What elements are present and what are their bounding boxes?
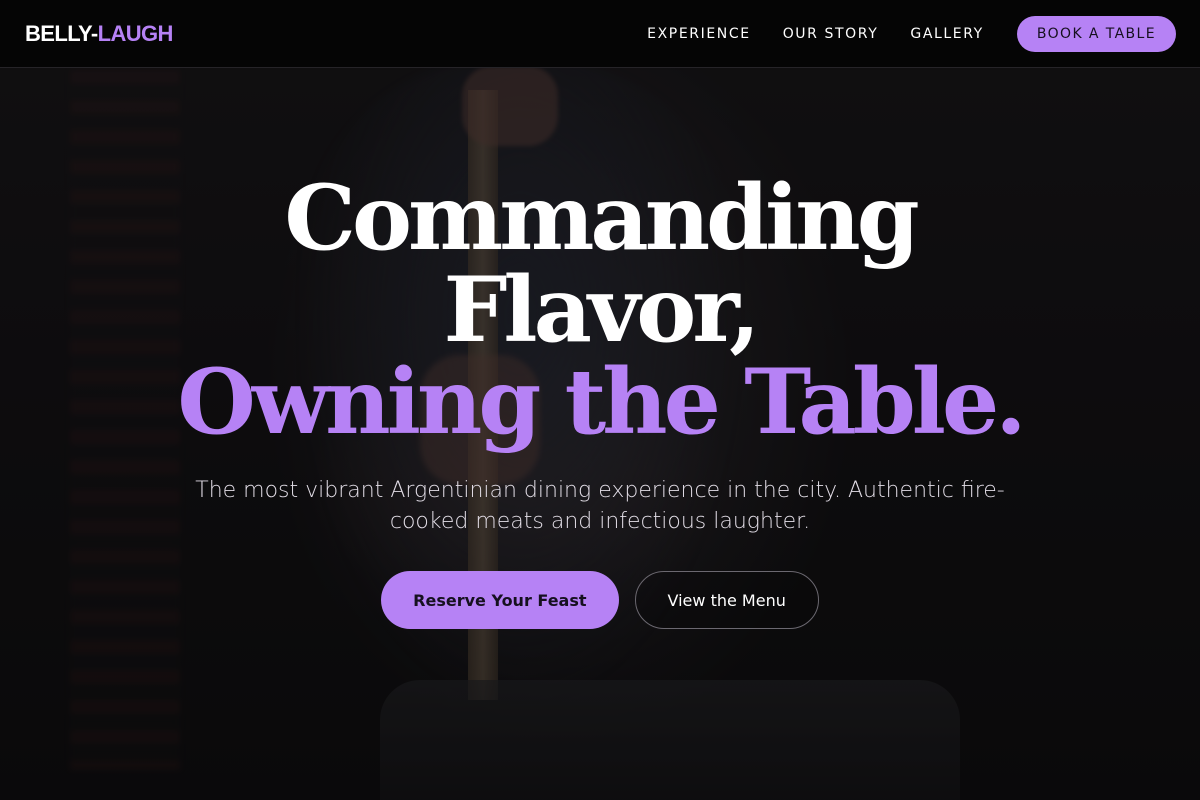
headline-line-3-accent: Owning the Table. xyxy=(177,349,1026,455)
nav-links: EXPERIENCE OUR STORY GALLERY BOOK A TABL… xyxy=(647,15,1176,52)
hero-cta-row: Reserve Your Feast View the Menu xyxy=(0,571,1200,629)
page: BELLY-LAUGH EXPERIENCE OUR STORY GALLERY… xyxy=(0,0,1200,800)
reserve-your-feast-button[interactable]: Reserve Your Feast xyxy=(381,571,619,629)
nav-link-gallery[interactable]: GALLERY xyxy=(910,26,983,42)
nav-link-our-story[interactable]: OUR STORY xyxy=(783,26,879,42)
view-the-menu-button[interactable]: View the Menu xyxy=(634,571,819,629)
hero-section: Commanding Flavor, Owning the Table. The… xyxy=(0,68,1200,800)
hero-headline: Commanding Flavor, Owning the Table. xyxy=(0,172,1200,448)
top-navigation-bar: BELLY-LAUGH EXPERIENCE OUR STORY GALLERY… xyxy=(0,0,1200,68)
brand-logo[interactable]: BELLY-LAUGH xyxy=(25,21,173,47)
brand-name-part1: BELLY- xyxy=(25,20,98,46)
headline-line-1: Commanding xyxy=(284,165,919,271)
book-a-table-button[interactable]: BOOK A TABLE xyxy=(1016,15,1176,52)
hero-subtitle: The most vibrant Argentinian dining expe… xyxy=(195,478,1005,534)
nav-link-experience[interactable]: EXPERIENCE xyxy=(647,26,751,42)
brand-name-part2: LAUGH xyxy=(97,20,174,46)
headline-line-2: Flavor, xyxy=(443,257,761,363)
